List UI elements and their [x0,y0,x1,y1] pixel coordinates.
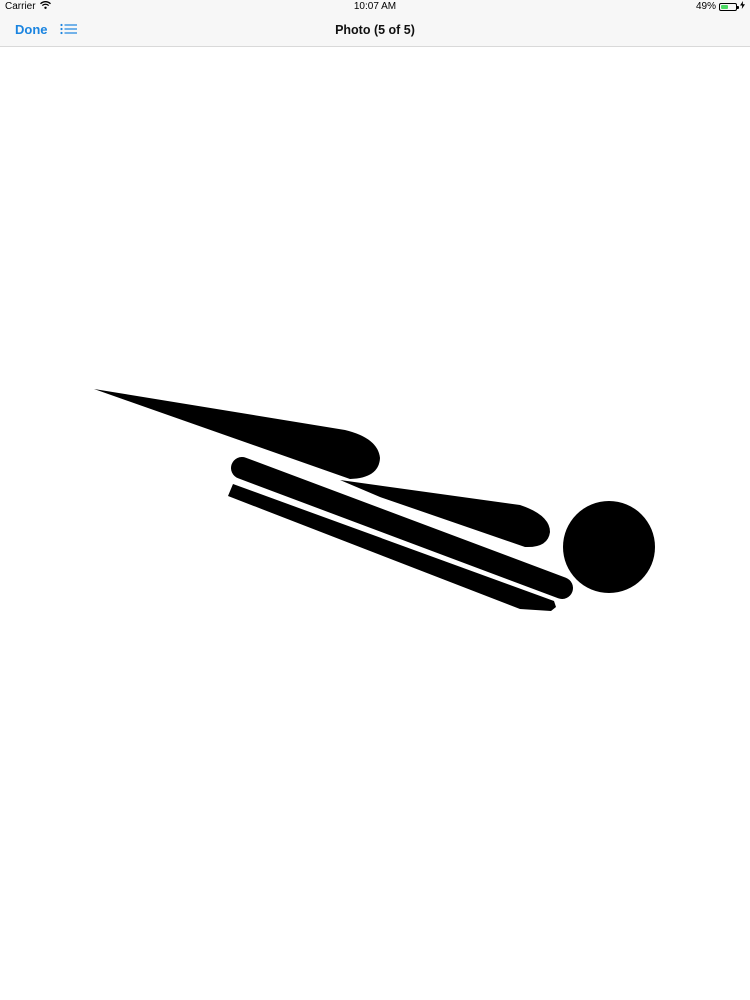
photo-view[interactable] [0,47,750,1000]
battery-percent: 49% [695,1,716,12]
luge-lower-runner [228,484,556,611]
status-bar: Carrier 10:07 AM 49% [0,0,750,14]
luge-pictogram [94,389,655,611]
charging-icon [740,1,745,12]
battery-icon [719,2,739,11]
battery-cap [737,5,739,9]
navigation-bar: Done Photo (5 of 5) [0,14,750,47]
page-title: Photo (5 of 5) [335,23,415,37]
battery-fill [721,4,728,9]
luge-head-shape [563,501,655,593]
status-time: 10:07 AM [353,1,397,12]
status-right: 49% [696,1,745,12]
